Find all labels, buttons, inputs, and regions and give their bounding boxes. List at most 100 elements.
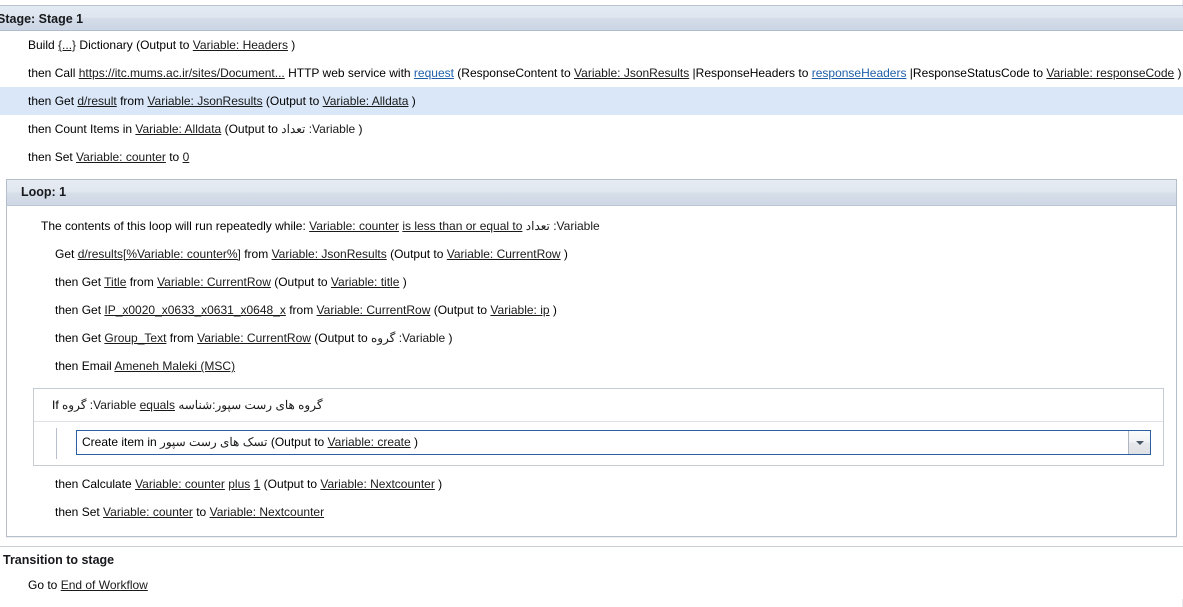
action-get-results-row-link-3[interactable]: Variable: JsonResults xyxy=(272,247,387,261)
action-get-group-text[interactable]: then Get Group_Text from Variable: Curre… xyxy=(7,324,1176,352)
action-get-ip-field-link-3[interactable]: Variable: CurrentRow xyxy=(317,303,431,317)
loop-condition-rtl-text: Variable: تعداد xyxy=(525,219,600,233)
action-get-title-link-5[interactable]: Variable: title xyxy=(331,275,399,289)
loop-condition-sentence[interactable]: The contents of this loop will run repea… xyxy=(7,212,1176,240)
condition-link-3[interactable]: equals xyxy=(140,398,175,412)
create-item-text: ) xyxy=(410,435,419,449)
action-get-title-text: (Output to xyxy=(270,275,331,289)
action-get-group-text-rtl-text: Variable: گروه xyxy=(370,331,446,345)
action-get-d-result-text: (Output to xyxy=(262,94,323,108)
condition-rtl-text: Variable: گروه xyxy=(62,398,137,412)
action-get-d-result-text: then Get xyxy=(28,94,78,108)
transition-goto-link-1[interactable]: End of Workflow xyxy=(61,578,148,592)
action-set-counter-zero-link-3[interactable]: 0 xyxy=(183,150,190,164)
action-count-items-text: ) xyxy=(355,122,363,136)
loop-header-title: Loop: 1 xyxy=(7,180,1176,206)
action-get-d-result-text: ) xyxy=(408,94,416,108)
action-get-d-result-link-1[interactable]: d/result xyxy=(77,94,116,108)
action-set-counter-zero[interactable]: then Set Variable: counter to 0 xyxy=(0,143,1183,171)
condition-text: If xyxy=(52,398,63,412)
loop-block: Loop: 1 The contents of this loop will r… xyxy=(6,179,1177,537)
transition-goto-line[interactable]: Go to End of Workflow xyxy=(0,569,1183,599)
create-item-combobox[interactable]: Create item in تسک های رست سپور (Output … xyxy=(76,430,1151,455)
action-set-counter-next[interactable]: then Set Variable: counter to Variable: … xyxy=(7,498,1176,526)
action-get-d-result[interactable]: then Get d/result from Variable: JsonRes… xyxy=(0,87,1183,115)
action-set-counter-next-link-1[interactable]: Variable: counter xyxy=(103,505,193,519)
action-get-ip-field-link-1[interactable]: IP_x0020_x0633_x0631_x0648_x xyxy=(104,303,286,317)
action-build-dictionary-link-1[interactable]: {...} xyxy=(58,38,76,52)
action-calculate-next-counter-link-7[interactable]: Variable: Nextcounter xyxy=(320,477,435,491)
action-get-results-row-text: from xyxy=(240,247,272,261)
action-build-dictionary-text: ) xyxy=(287,38,296,52)
action-build-dictionary-link-3[interactable]: Variable: Headers xyxy=(193,38,288,52)
action-count-items[interactable]: then Count Items in Variable: Alldata (O… xyxy=(0,115,1183,143)
action-call-http-web-service-link-3[interactable]: request xyxy=(414,66,454,80)
action-get-d-result-link-5[interactable]: Variable: Alldata xyxy=(323,94,409,108)
action-calculate-next-counter-link-3[interactable]: plus xyxy=(228,477,250,491)
action-call-http-web-service-text: HTTP web service with xyxy=(284,66,414,80)
action-call-http-web-service[interactable]: then Call https://itc.mums.ac.ir/sites/D… xyxy=(0,59,1183,87)
transition-to-stage-title: Transition to stage xyxy=(3,553,115,567)
action-get-results-row-text: (Output to xyxy=(386,247,447,261)
condition-rail xyxy=(56,428,57,459)
action-get-ip-field-text: from xyxy=(285,303,317,317)
action-get-group-text-link-1[interactable]: Group_Text xyxy=(104,331,166,345)
action-email-recipient[interactable]: then Email Ameneh Maleki (MSC) xyxy=(7,352,1176,380)
condition-link-1[interactable]: Variable: گروه xyxy=(62,398,136,412)
action-call-http-web-service-text: |ResponseStatusCode to xyxy=(906,66,1047,80)
action-get-group-text-text: from xyxy=(166,331,198,345)
create-item-text: Create item in xyxy=(82,435,161,449)
action-call-http-web-service-link-1[interactable]: https://itc.mums.ac.ir/sites/Document... xyxy=(79,66,285,80)
action-calculate-next-counter-text: ) xyxy=(434,477,443,491)
action-call-http-web-service-link-7[interactable]: responseHeaders xyxy=(812,66,907,80)
action-count-items-text: (Output to xyxy=(221,122,282,136)
action-call-http-web-service-text: ) xyxy=(1174,66,1182,80)
loop-condition-link-3[interactable]: is less than or equal to xyxy=(402,219,522,233)
create-item-link-3[interactable]: Variable: create xyxy=(328,435,411,449)
action-call-http-web-service-text: |ResponseHeaders to xyxy=(689,66,812,80)
action-set-counter-zero-link-1[interactable]: Variable: counter xyxy=(76,150,166,164)
stage-body: Build {...} Dictionary (Output to Variab… xyxy=(0,31,1183,599)
loop-tail-action-list: then Calculate Variable: counter plus 1 … xyxy=(7,470,1176,526)
create-item-link-1[interactable]: تسک های رست سپور xyxy=(160,435,267,449)
condition-rtl-text: گروه های رست سپور:شناسه xyxy=(178,398,323,412)
action-call-http-web-service-link-9[interactable]: Variable: responseCode xyxy=(1046,66,1174,80)
create-item-action-text[interactable]: Create item in تسک های رست سپور (Output … xyxy=(77,431,1128,454)
action-get-ip-field-text: (Output to xyxy=(430,303,491,317)
action-get-title[interactable]: then Get Title from Variable: CurrentRow… xyxy=(7,268,1176,296)
loop-condition-link-5[interactable]: Variable: تعداد xyxy=(526,219,600,233)
workflow-stage: Stage: Stage 1 Build {...} Dictionary (O… xyxy=(0,5,1183,599)
create-item-rtl-text: تسک های رست سپور xyxy=(160,435,268,449)
action-build-dictionary-text: Build xyxy=(28,38,59,52)
action-get-title-text: then Get xyxy=(55,275,105,289)
action-get-d-result-text: from xyxy=(116,94,148,108)
condition-sentence[interactable]: If Variable: گروه equals گروه های رست سپ… xyxy=(34,389,1163,422)
combobox-dropdown-button[interactable] xyxy=(1128,431,1150,454)
action-count-items-link-1[interactable]: Variable: Alldata xyxy=(135,122,221,136)
action-get-results-row[interactable]: Get d/results[%Variable: counter%] from … xyxy=(7,240,1176,268)
create-item-text: (Output to xyxy=(267,435,328,449)
action-get-group-text-link-5[interactable]: Variable: گروه xyxy=(371,331,445,345)
action-get-title-link-1[interactable]: Title xyxy=(104,275,126,289)
loop-condition-link-1[interactable]: Variable: counter xyxy=(309,219,399,233)
action-build-dictionary[interactable]: Build {...} Dictionary (Output to Variab… xyxy=(0,31,1183,59)
action-get-results-row-link-1[interactable]: d/results[%Variable: counter%] xyxy=(78,247,241,261)
action-get-title-link-3[interactable]: Variable: CurrentRow xyxy=(157,275,271,289)
action-get-title-text: ) xyxy=(399,275,407,289)
action-get-ip-field-link-5[interactable]: Variable: ip xyxy=(490,303,549,317)
action-set-counter-zero-text: to xyxy=(165,150,183,164)
action-set-counter-zero-text: then Set xyxy=(28,150,77,164)
action-calculate-next-counter-link-1[interactable]: Variable: counter xyxy=(135,477,225,491)
action-count-items-link-3[interactable]: Variable: تعداد xyxy=(281,122,355,136)
condition-link-5[interactable]: گروه های رست سپور:شناسه xyxy=(178,398,322,412)
condition-body: Create item in تسک های رست سپور (Output … xyxy=(34,422,1163,465)
action-email-recipient-link-1[interactable]: Ameneh Maleki (MSC) xyxy=(114,359,235,373)
action-get-d-result-link-3[interactable]: Variable: JsonResults xyxy=(147,94,262,108)
action-set-counter-next-link-3[interactable]: Variable: Nextcounter xyxy=(210,505,325,519)
action-get-ip-field[interactable]: then Get IP_x0020_x0633_x0631_x0648_x fr… xyxy=(7,296,1176,324)
action-get-group-text-link-3[interactable]: Variable: CurrentRow xyxy=(197,331,311,345)
action-call-http-web-service-link-5[interactable]: Variable: JsonResults xyxy=(574,66,689,80)
action-calculate-next-counter-text: then Calculate xyxy=(55,477,136,491)
action-calculate-next-counter[interactable]: then Calculate Variable: counter plus 1 … xyxy=(7,470,1176,498)
action-get-results-row-link-5[interactable]: Variable: CurrentRow xyxy=(447,247,561,261)
